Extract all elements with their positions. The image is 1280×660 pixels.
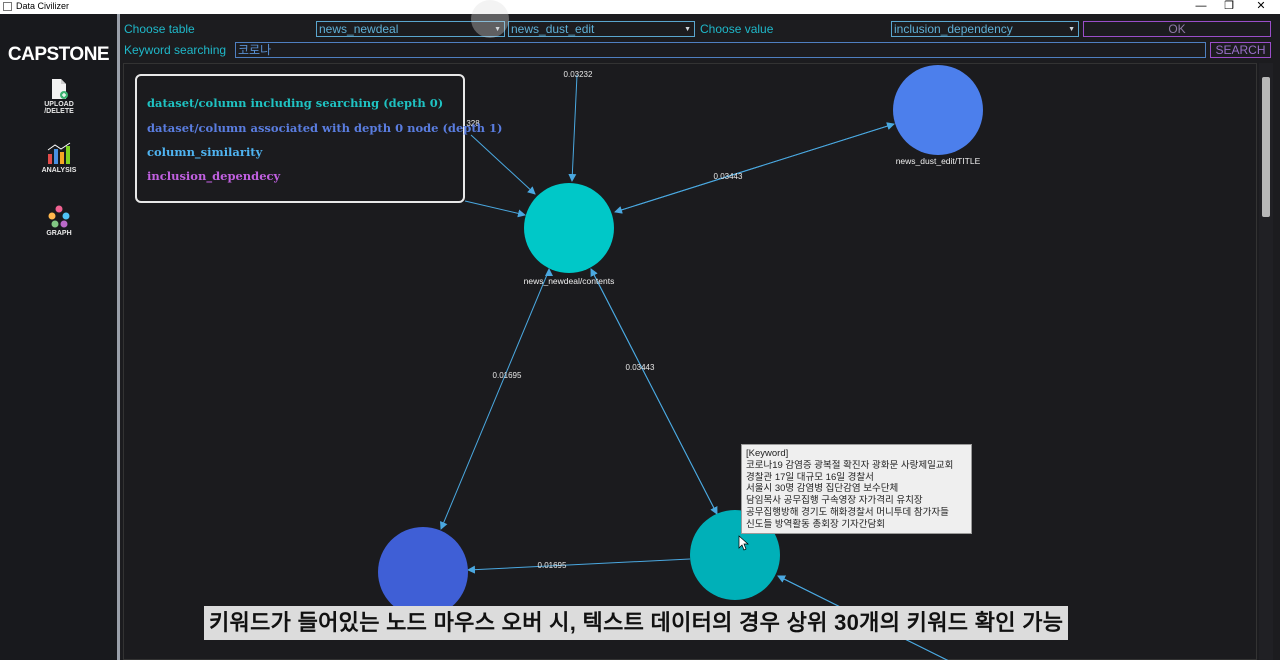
minimize-button[interactable]: —	[1186, 0, 1216, 14]
cursor-highlight	[471, 0, 509, 38]
node-label: news_newdeal/contents	[524, 276, 615, 286]
upload-file-icon	[52, 79, 68, 99]
edge-label: 0.03443	[626, 363, 655, 372]
title-bar: Data Civilizer — ❐ ✕	[0, 0, 1280, 14]
tooltip-line: 코로나19 감염증 광복절 확진자 광화문 사랑제일교회	[746, 459, 954, 471]
node-bottom-left[interactable]	[378, 527, 468, 617]
node-news-dust-edit-title[interactable]	[893, 65, 983, 155]
keyword-searching-label: Keyword searching	[124, 43, 227, 57]
search-button[interactable]: SEARCH	[1210, 42, 1271, 58]
close-button[interactable]: ✕	[1246, 0, 1276, 14]
dropdown-arrow-icon: ▼	[684, 26, 691, 33]
table1-value: news_newdeal	[319, 22, 399, 36]
scrollbar-thumb[interactable]	[1262, 77, 1270, 217]
edge-top	[568, 74, 578, 182]
legend-item-depth1: dataset/column associated with depth 0 n…	[147, 121, 503, 135]
sidebar: CAPSTONE UPLOAD /DELETE ANALYSIS GRAPH	[0, 14, 117, 660]
edge-bottom-link	[467, 558, 691, 574]
graph-network-icon	[48, 205, 70, 228]
window-title: Data Civilizer	[16, 1, 70, 11]
legend-item-depth0: dataset/column including searching (dept…	[147, 96, 444, 110]
graph-legend: dataset/column including searching (dept…	[135, 74, 502, 203]
tooltip-line: 경찰관 17일 대규모 16일 경찰서	[746, 471, 874, 483]
video-caption: 키워드가 들어있는 노드 마우스 오버 시, 텍스트 데이터의 경우 상위 30…	[204, 606, 1069, 640]
edge-to-bottom-left	[440, 269, 550, 530]
sidebar-item-label: GRAPH	[46, 230, 72, 237]
keyword-input[interactable]: 코로나	[235, 42, 1206, 58]
app-icon	[3, 2, 12, 11]
edge-center-to-bottom-right	[590, 268, 718, 515]
sidebar-item-label: UPLOAD /DELETE	[44, 101, 74, 115]
edge-dust-title-rev	[614, 122, 895, 213]
node-news-newdeal-contents[interactable]	[524, 183, 614, 273]
sidebar-item-label: ANALYSIS	[41, 167, 77, 174]
sidebar-item-upload[interactable]: UPLOAD /DELETE	[22, 78, 96, 115]
tooltip-line: 신도들 방역활동 총회장 기자간담회	[746, 518, 886, 530]
table2-select[interactable]: news_dust_edit ▼	[508, 21, 695, 37]
value-select-value: inclusion_dependency	[894, 22, 1013, 36]
sidebar-item-analysis[interactable]: ANALYSIS	[22, 142, 96, 174]
bar-chart-icon	[47, 142, 71, 164]
tooltip-line: [Keyword]	[746, 448, 789, 459]
edge-left	[464, 200, 526, 218]
sidebar-item-graph[interactable]: GRAPH	[22, 205, 96, 237]
legend-item-column-similarity: column_similarity	[147, 145, 263, 159]
ok-button[interactable]: OK	[1083, 21, 1271, 37]
node-label: news_dust_edit/TITLE	[896, 156, 981, 166]
tooltip-line: 서울시 30명 감염병 집단감염 보수단체	[746, 483, 899, 495]
restore-button[interactable]: ❐	[1214, 0, 1244, 14]
choose-value-label: Choose value	[700, 22, 774, 36]
value-select[interactable]: inclusion_dependency ▼	[891, 21, 1079, 37]
keyword-tooltip: [Keyword] 코로나19 감염증 광복절 확진자 광화문 사랑제일교회 경…	[741, 444, 972, 534]
edge-left-top	[470, 134, 536, 195]
tooltip-line: 공무집행방해 경기도 해화경찰서 머니투데 참가자들	[746, 506, 949, 518]
table2-value: news_dust_edit	[511, 22, 595, 36]
choose-table-label: Choose table	[124, 22, 195, 36]
vertical-scrollbar[interactable]	[1259, 63, 1273, 660]
brand-logo: CAPSTONE	[7, 44, 110, 65]
edge-label: 0.03443	[714, 172, 743, 181]
edge-label: 0.01695	[538, 561, 567, 570]
edge-label: 0.01695	[493, 371, 522, 380]
edge-label: 0.03232	[564, 70, 593, 79]
tooltip-line: 담임목사 공무집행 구속영장 자가격리 유치장	[746, 495, 923, 507]
legend-item-inclusion-dependency: inclusion_dependecy	[147, 169, 281, 183]
dropdown-arrow-icon: ▼	[1068, 26, 1075, 33]
